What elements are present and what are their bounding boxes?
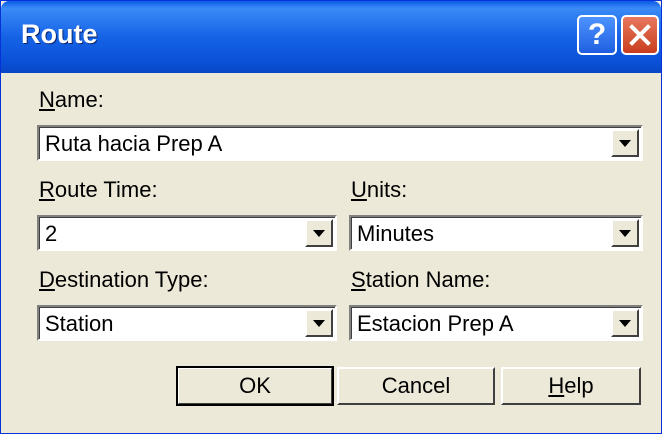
units-value: Minutes — [357, 221, 435, 246]
destination-type-value: Station — [45, 311, 114, 336]
station-name-value: Estacion Prep A — [357, 311, 514, 336]
destination-type-label: Destination Type: — [39, 267, 209, 292]
chevron-down-icon — [619, 319, 631, 327]
chevron-down-icon — [619, 229, 631, 237]
name-dropdown-button[interactable] — [611, 129, 639, 157]
destination-type-combobox[interactable]: Station — [37, 305, 337, 341]
name-combobox[interactable]: Ruta hacia Prep A — [37, 125, 643, 161]
name-value: Ruta hacia Prep A — [45, 131, 223, 156]
name-label: Name: — [39, 87, 104, 112]
close-icon — [629, 24, 651, 46]
route-dialog: Route ? Name: Ruta hacia Prep A Route Ti… — [0, 0, 662, 434]
route-time-label: Route Time: — [39, 177, 158, 202]
dialog-client-area: Name: Ruta hacia Prep A Route Time: 2 Un… — [1, 73, 661, 433]
units-dropdown-button[interactable] — [611, 219, 639, 247]
chevron-down-icon — [313, 319, 325, 327]
question-icon: ? — [587, 18, 607, 51]
station-name-combobox[interactable]: Estacion Prep A — [349, 305, 643, 341]
title-bar[interactable]: Route ? — [1, 1, 661, 73]
station-name-dropdown-button[interactable] — [611, 309, 639, 337]
help-button[interactable]: Help — [501, 367, 641, 405]
route-time-value: 2 — [45, 221, 58, 246]
chevron-down-icon — [619, 139, 631, 147]
station-name-label: Station Name: — [351, 267, 491, 292]
window-title: Route — [21, 19, 98, 49]
destination-type-dropdown-button[interactable] — [305, 309, 333, 337]
units-label: Units: — [351, 177, 408, 202]
title-close-button[interactable] — [621, 15, 659, 55]
title-help-button[interactable]: ? — [577, 15, 617, 55]
cancel-button[interactable]: Cancel — [337, 367, 495, 405]
units-combobox[interactable]: Minutes — [349, 215, 643, 251]
route-time-dropdown-button[interactable] — [305, 219, 333, 247]
chevron-down-icon — [313, 229, 325, 237]
route-time-combobox[interactable]: 2 — [37, 215, 337, 251]
ok-button[interactable]: OK — [176, 366, 334, 406]
